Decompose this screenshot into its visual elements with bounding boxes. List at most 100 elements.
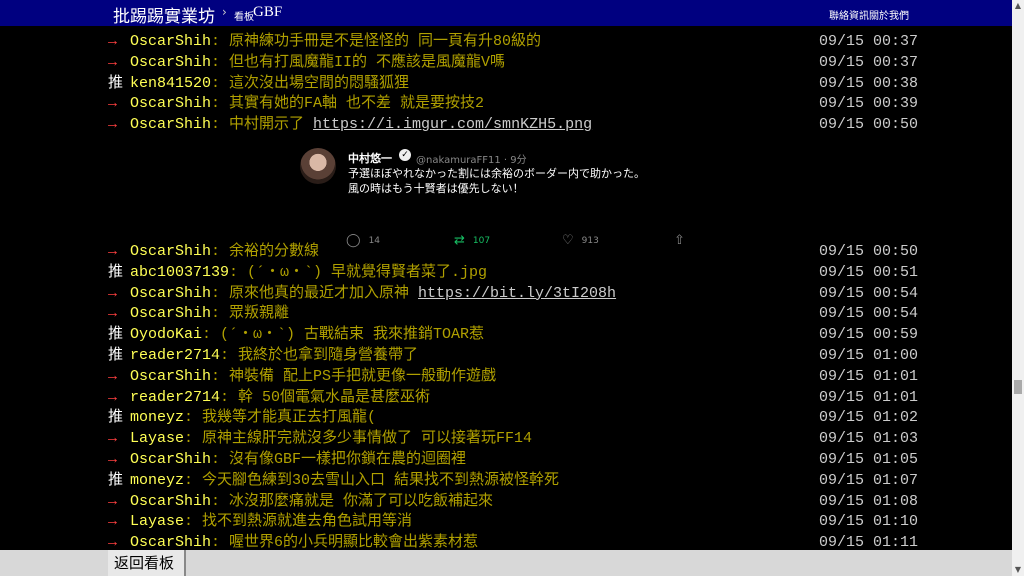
comment-text: : 今天腳色練到30去雪山入口 結果找不到熱源被怪幹死 xyxy=(184,471,560,489)
comment-time: 09/15 01:02 xyxy=(819,409,919,427)
comment-row: → OscarShih: 喔世界6的小兵明顯比較會出紫素材惹 09/15 01:11 xyxy=(108,532,928,550)
comment-time: 09/15 00:54 xyxy=(819,305,919,323)
comment-time: 09/15 00:51 xyxy=(819,263,919,281)
comment-user: OscarShih xyxy=(130,53,212,71)
arrow-tag: → xyxy=(108,53,118,71)
breadcrumb-separator: › xyxy=(222,5,227,19)
comment-time: 09/15 01:08 xyxy=(819,492,919,510)
comment-text: : 這次沒出場空間的悶騷狐狸 xyxy=(211,74,410,92)
push-tag: 推 xyxy=(108,263,124,281)
comment-user: abc10037139 xyxy=(130,263,230,281)
comment-row: → OscarShih: 其實有她的FA軸 也不差 就是要按技2 09/15 00:… xyxy=(108,93,928,114)
comment-time: 09/15 00:50 xyxy=(819,116,919,134)
comment-user: ken841520 xyxy=(130,74,212,92)
comment-user: Layase xyxy=(130,430,185,448)
arrow-tag: → xyxy=(108,305,118,323)
comment-text: : 沒有像GBF一樣把你鎖在農的迴圈裡 xyxy=(211,451,467,468)
tweet-author-name: 中村悠一 xyxy=(348,152,392,165)
comment-row: 推 moneyz: 我幾等才能真正去打風龍( 09/15 01:02 xyxy=(108,407,928,428)
comment-text: : 喔世界6的小兵明顯比較會出紫素材惹 xyxy=(211,534,479,550)
comment-row: → reader2714: 幹 50個電氣水晶是甚麼巫術 09/15 01:01 xyxy=(108,387,928,408)
scrollbar[interactable]: ▲ ▼ xyxy=(1012,0,1024,576)
comment-user: OscarShih xyxy=(130,492,212,510)
comment-text: : 我終於也拿到隨身營養帶了 xyxy=(220,347,419,364)
bottom-bar: 返回看板 xyxy=(0,550,1012,576)
comment-text: : 但也有打風魔龍II的 不應該是風魔龍V嗎 xyxy=(211,53,506,71)
comment-row: → OscarShih: 中村開示了 https://i.imgur.com/sm… xyxy=(108,114,928,135)
comment-time: 09/15 01:11 xyxy=(819,534,919,550)
comment-time: 09/15 00:59 xyxy=(819,326,919,344)
comment-user: OscarShih xyxy=(130,367,212,385)
comment-link[interactable]: https://bit.ly/3tI208h xyxy=(418,285,616,302)
tweet-embed[interactable]: 中村悠一 ✓ @nakamuraFF11 · 9分 予選ほぼやれなかった割には余… xyxy=(298,144,698,248)
comment-text: : 余裕的分數線 xyxy=(211,243,320,260)
verified-icon: ✓ xyxy=(399,149,411,161)
comment-link[interactable]: https://i.imgur.com/smnKZH5.png xyxy=(313,116,592,133)
arrow-tag: → xyxy=(108,492,118,510)
comment-user: OscarShih xyxy=(130,33,212,50)
scroll-up-icon[interactable]: ▲ xyxy=(1012,0,1024,12)
comment-row: → OscarShih: 沒有像GBF一樣把你鎖在農的迴圈裡 09/15 01:05 xyxy=(108,449,928,470)
contact-link[interactable]: 聯絡資訊 xyxy=(829,7,869,22)
arrow-tag: → xyxy=(108,243,118,260)
push-tag: 推 xyxy=(108,326,124,344)
comment-time: 09/15 01:07 xyxy=(819,471,919,489)
comment-row: → Layase: 原神主線肝完就沒多少事情做了 可以接著玩FF14 09/15 0… xyxy=(108,428,928,449)
comment-time: 09/15 00:54 xyxy=(819,284,919,302)
comment-text: : 幹 50個電氣水晶是甚麼巫術 xyxy=(220,388,431,406)
arrow-tag: → xyxy=(108,95,118,113)
comment-user: moneyz xyxy=(130,409,185,427)
comment-row: → OscarShih: 神裝備 配上PS手把就更像一般動作遊戲 09/15 01:… xyxy=(108,366,928,387)
about-link[interactable]: 關於我們 xyxy=(869,7,909,22)
comment-row: 推 reader2714: 我終於也拿到隨身營養帶了 09/15 01:00 xyxy=(108,345,928,366)
arrow-tag: → xyxy=(108,284,118,302)
comment-time: 09/15 01:00 xyxy=(819,347,919,364)
arrow-tag: → xyxy=(108,33,118,50)
comment-text: : 冰沒那麼痛就是 你滿了可以吃飯補起來 xyxy=(211,492,494,510)
comment-user: OscarShih xyxy=(130,243,212,260)
comment-user: reader2714 xyxy=(130,347,221,364)
comment-text: : 中村開示了 xyxy=(211,116,314,134)
tweet-line-2: 風の時はもう十賢者は優先しない！ xyxy=(348,182,524,195)
comment-time: 09/15 00:39 xyxy=(819,95,919,113)
breadcrumb-board-link[interactable]: GBF xyxy=(253,4,282,21)
comment-time: 09/15 01:10 xyxy=(819,513,919,531)
comment-time: 09/15 00:37 xyxy=(819,33,919,50)
comment-row: → Layase: 找不到熱源就進去角色試用等消 09/15 01:10 xyxy=(108,511,928,532)
comment-row: 推 abc10037139: (´・ω・`) 早就覺得賢者菜了.jpg 09/15 … xyxy=(108,262,928,283)
comment-row: → OscarShih: 冰沒那麼痛就是 你滿了可以吃飯補起來 09/15 01:0… xyxy=(108,491,928,512)
comment-time: 09/15 01:05 xyxy=(819,451,919,468)
comment-text: : 其實有她的FA軸 也不差 就是要按技2 xyxy=(211,95,485,113)
site-title-link[interactable]: 批踢踢實業坊 xyxy=(113,2,215,27)
comment-row: → OscarShih: 眾叛親離 09/15 00:54 xyxy=(108,303,928,324)
comment-time: 09/15 01:01 xyxy=(819,388,919,406)
comment-row: 推 moneyz: 今天腳色練到30去雪山入口 結果找不到熱源被怪幹死 09/15 … xyxy=(108,470,928,491)
comment-text: : 原神主線肝完就沒多少事情做了 可以接著玩FF14 xyxy=(184,430,533,448)
arrow-tag: → xyxy=(108,430,118,448)
scroll-down-icon[interactable]: ▼ xyxy=(1012,564,1024,576)
comment-time: 09/15 00:37 xyxy=(819,53,919,71)
comment-row: → OscarShih: 但也有打風魔龍II的 不應該是風魔龍V嗎 09/15 00… xyxy=(108,52,928,73)
comment-text: : 我幾等才能真正去打風龍( xyxy=(184,409,377,427)
arrow-tag: → xyxy=(108,513,118,531)
comment-time: 09/15 00:38 xyxy=(819,74,919,92)
arrow-tag: → xyxy=(108,388,118,406)
comment-row: → OscarShih: 原來他真的最近才加入原神 https://bit.ly/… xyxy=(108,283,928,304)
top-bar: 批踢踢實業坊 › 看板 GBF 聯絡資訊 關於我們 xyxy=(0,0,1012,27)
comment-row: → OscarShih: 原神練功手冊是不是怪怪的 同一頁有升80級的 09/15 … xyxy=(108,31,928,52)
scrollbar-thumb[interactable] xyxy=(1014,380,1022,394)
arrow-tag: → xyxy=(108,451,118,468)
push-tag: 推 xyxy=(108,347,124,364)
comment-time: 09/15 01:01 xyxy=(819,367,919,385)
arrow-tag: → xyxy=(108,534,118,550)
avatar xyxy=(300,148,336,184)
arrow-tag: → xyxy=(108,367,118,385)
comment-user: OscarShih xyxy=(130,284,212,302)
comment-text: : (´・ω・`) 古戰結束 我來推銷TOAR惹 xyxy=(202,326,485,344)
push-tag: 推 xyxy=(108,409,124,427)
comment-user: Layase xyxy=(130,513,185,531)
comment-time: 09/15 00:50 xyxy=(819,243,919,260)
tweet-handle: @nakamuraFF11 · 9分 xyxy=(416,155,527,166)
back-to-board-button[interactable]: 返回看板 xyxy=(108,550,186,576)
comment-text: : 原來他真的最近才加入原神 xyxy=(211,284,419,302)
